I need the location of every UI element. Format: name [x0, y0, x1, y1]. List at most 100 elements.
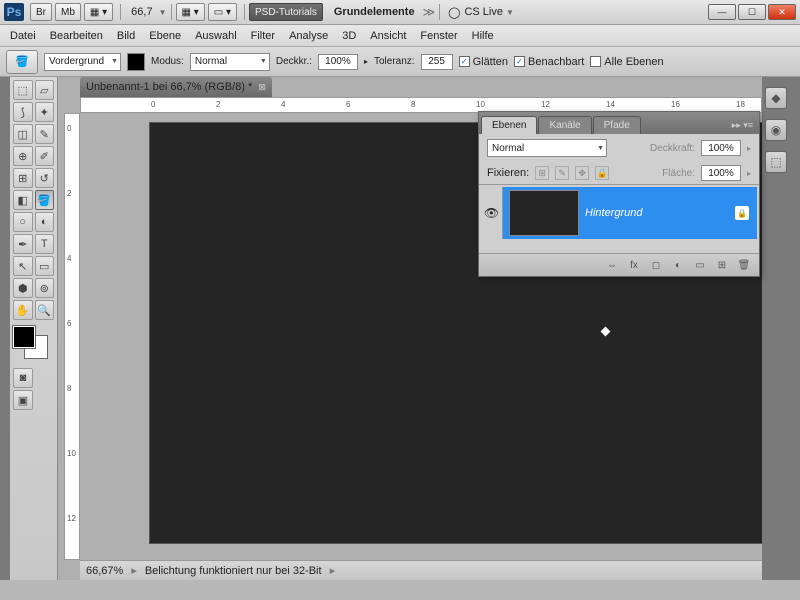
- marquee-tool[interactable]: ▱: [35, 80, 55, 100]
- new-layer-icon[interactable]: ⊞: [715, 258, 729, 272]
- dodge-tool[interactable]: ◐: [35, 212, 55, 232]
- bucket-tool[interactable]: 🪣: [35, 190, 55, 210]
- menu-ansicht[interactable]: Ansicht: [370, 30, 406, 42]
- flaeche-label: Fläche:: [662, 168, 695, 179]
- cslive-button[interactable]: CS Live: [464, 6, 503, 18]
- workspace-more-icon[interactable]: ≫: [423, 5, 436, 19]
- styles-panel-icon[interactable]: ⬚: [765, 151, 787, 173]
- fill-source-dropdown[interactable]: Vordergrund: [44, 53, 121, 71]
- options-bar: 🪣 Vordergrund Modus: Normal Deckkr.: 100…: [0, 47, 800, 77]
- lock-position-icon[interactable]: ✥: [575, 166, 589, 180]
- arrange-button[interactable]: ▦ ▾: [176, 3, 205, 21]
- pen-tool[interactable]: ✒: [13, 234, 33, 254]
- toleranz-label: Toleranz:: [374, 56, 415, 67]
- benachbart-checkbox[interactable]: ✓Benachbart: [514, 56, 584, 68]
- eyedropper-tool[interactable]: ✎: [35, 124, 55, 144]
- crop-tool[interactable]: ◫: [13, 124, 33, 144]
- glaetten-checkbox[interactable]: ✓Glätten: [459, 56, 508, 68]
- layer-group-icon[interactable]: ▭: [693, 258, 707, 272]
- screenmode-toggle[interactable]: ▣: [13, 390, 33, 410]
- tab-pfade[interactable]: Pfade: [593, 116, 641, 134]
- alle-ebenen-checkbox[interactable]: Alle Ebenen: [590, 56, 663, 68]
- foreground-color[interactable]: [13, 326, 35, 348]
- zoom-tool[interactable]: 🔍: [35, 300, 55, 320]
- menu-bild[interactable]: Bild: [117, 30, 135, 42]
- menu-hilfe[interactable]: Hilfe: [472, 30, 494, 42]
- eraser-tool[interactable]: ◧: [13, 190, 33, 210]
- zoom-level[interactable]: 66,7: [131, 6, 152, 18]
- menu-ebene[interactable]: Ebene: [149, 30, 181, 42]
- color-swatches[interactable]: [13, 326, 53, 362]
- deckkraft-label: Deckkraft:: [650, 143, 695, 154]
- blend-mode-dropdown[interactable]: Normal: [190, 53, 270, 71]
- 3d-tool[interactable]: ⬢: [13, 278, 33, 298]
- move-tool[interactable]: ⬚: [13, 80, 33, 100]
- status-zoom[interactable]: 66,67%: [86, 565, 123, 577]
- left-dock-strip[interactable]: [0, 77, 10, 580]
- type-tool[interactable]: T: [35, 234, 55, 254]
- view-extras-button[interactable]: ▦ ▾: [84, 3, 113, 21]
- shape-tool[interactable]: ▭: [35, 256, 55, 276]
- layer-fill-field[interactable]: 100%: [701, 165, 741, 181]
- screen-mode-button[interactable]: ▭ ▾: [208, 3, 237, 21]
- status-arrow2-icon[interactable]: ▸: [330, 564, 336, 577]
- workspace-grundelemente[interactable]: Grundelemente: [334, 6, 415, 18]
- swatches-panel-icon[interactable]: ◉: [765, 119, 787, 141]
- tab-kanaele[interactable]: Kanäle: [538, 116, 591, 134]
- status-message: Belichtung funktioniert nur bei 32-Bit: [145, 565, 322, 577]
- wand-tool[interactable]: ✦: [35, 102, 55, 122]
- menu-analyse[interactable]: Analyse: [289, 30, 328, 42]
- workspace-psd-tutorials[interactable]: PSD-Tutorials: [249, 3, 323, 21]
- hand-tool[interactable]: ✋: [13, 300, 33, 320]
- brush-tool[interactable]: ✐: [35, 146, 55, 166]
- quickmask-toggle[interactable]: ◙: [13, 368, 33, 388]
- heal-tool[interactable]: ⊕: [13, 146, 33, 166]
- link-layers-icon[interactable]: ⇔: [605, 258, 619, 272]
- menu-filter[interactable]: Filter: [251, 30, 275, 42]
- camera-tool[interactable]: ⊚: [35, 278, 55, 298]
- layer-thumbnail[interactable]: [509, 190, 579, 236]
- layer-mask-icon[interactable]: ◻: [649, 258, 663, 272]
- vertical-ruler[interactable]: 0 2 4 6 8 10 12: [64, 113, 80, 560]
- lock-pixels-icon[interactable]: ✎: [555, 166, 569, 180]
- menu-auswahl[interactable]: Auswahl: [195, 30, 237, 42]
- document-tab[interactable]: Unbenannt-1 bei 66,7% (RGB/8) *⊠: [80, 77, 272, 97]
- menu-fenster[interactable]: Fenster: [420, 30, 457, 42]
- path-tool[interactable]: ↖: [13, 256, 33, 276]
- menu-3d[interactable]: 3D: [342, 30, 356, 42]
- minimize-button[interactable]: —: [708, 4, 736, 20]
- lock-all-icon[interactable]: 🔒: [595, 166, 609, 180]
- layer-blend-dropdown[interactable]: Normal: [487, 139, 607, 157]
- minibridge-button[interactable]: Mb: [55, 3, 81, 21]
- lasso-tool[interactable]: ⟆: [13, 102, 33, 122]
- current-tool-icon[interactable]: 🪣: [6, 50, 38, 74]
- blur-tool[interactable]: ○: [13, 212, 33, 232]
- panel-menu-icon[interactable]: ▸▸ ▾≡: [726, 117, 759, 134]
- close-button[interactable]: ✕: [768, 4, 796, 20]
- tolerance-field[interactable]: 255: [421, 54, 453, 70]
- right-dock-strip[interactable]: [790, 77, 800, 580]
- layer-effects-icon[interactable]: fx: [627, 258, 641, 272]
- layer-opacity-field[interactable]: 100%: [701, 140, 741, 156]
- visibility-toggle-icon[interactable]: 👁: [481, 187, 503, 239]
- layer-name[interactable]: Hintergrund: [585, 207, 735, 219]
- stamp-tool[interactable]: ⊞: [13, 168, 33, 188]
- opacity-field[interactable]: 100%: [318, 54, 358, 70]
- adjustment-layer-icon[interactable]: ◐: [671, 258, 685, 272]
- menu-datei[interactable]: Datei: [10, 30, 36, 42]
- status-arrow-icon[interactable]: ▸: [131, 564, 137, 577]
- delete-layer-icon[interactable]: 🗑: [737, 258, 751, 272]
- tab-close-icon[interactable]: ⊠: [258, 82, 266, 93]
- cslive-icon[interactable]: ◯: [448, 6, 460, 19]
- color-panel-icon[interactable]: ◆: [765, 87, 787, 109]
- history-brush-tool[interactable]: ↺: [35, 168, 55, 188]
- right-dock: ◆ ◉ ⬚: [762, 77, 790, 580]
- tab-ebenen[interactable]: Ebenen: [481, 116, 537, 134]
- maximize-button[interactable]: ☐: [738, 4, 766, 20]
- bridge-button[interactable]: Br: [30, 3, 52, 21]
- fill-swatch[interactable]: [127, 53, 145, 71]
- lock-transparent-icon[interactable]: ⊞: [535, 166, 549, 180]
- layer-row[interactable]: 👁 Hintergrund 🔒: [481, 187, 757, 239]
- menu-bearbeiten[interactable]: Bearbeiten: [50, 30, 103, 42]
- fixieren-label: Fixieren:: [487, 167, 529, 179]
